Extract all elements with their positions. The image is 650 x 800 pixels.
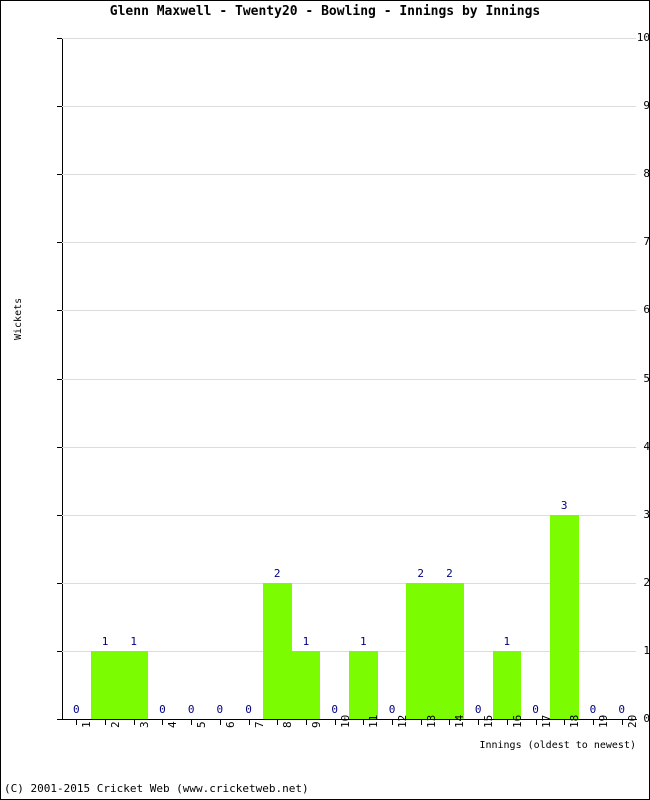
x-tick-mark bbox=[191, 720, 192, 725]
x-tick-mark bbox=[162, 720, 163, 725]
bar-value-label: 3 bbox=[560, 498, 568, 512]
x-tick-label: 5 bbox=[195, 721, 208, 728]
bar-value-label: 1 bbox=[130, 634, 138, 648]
x-tick-label: 2 bbox=[109, 721, 122, 728]
x-tick-label: 1 bbox=[80, 721, 93, 728]
bar-value-label: 2 bbox=[417, 566, 425, 580]
bar bbox=[90, 650, 120, 719]
x-tick-mark bbox=[478, 720, 479, 725]
x-tick-mark bbox=[421, 720, 422, 725]
bar bbox=[406, 582, 436, 719]
chart-title: Glenn Maxwell - Twenty20 - Bowling - Inn… bbox=[109, 4, 541, 19]
x-tick-mark bbox=[335, 720, 336, 725]
x-tick-mark bbox=[564, 720, 565, 725]
copyright-footer: (C) 2001-2015 Cricket Web (www.cricketwe… bbox=[4, 782, 309, 795]
x-tick-label: 15 bbox=[482, 714, 495, 728]
x-tick-label: 16 bbox=[511, 714, 524, 728]
bar-value-label: 1 bbox=[360, 634, 367, 648]
bar bbox=[349, 650, 378, 719]
x-tick-label: 17 bbox=[540, 714, 553, 728]
gridline bbox=[62, 174, 636, 175]
x-tick-mark bbox=[306, 720, 307, 725]
bar bbox=[435, 582, 464, 719]
bar-value-label: 1 bbox=[302, 634, 310, 648]
bar-value-label: 2 bbox=[446, 566, 453, 580]
bar-value-label: 0 bbox=[532, 703, 539, 716]
x-tick-label: 12 bbox=[396, 714, 409, 728]
x-tick-label: 3 bbox=[138, 721, 151, 728]
bar bbox=[119, 650, 149, 719]
gridline bbox=[62, 310, 636, 311]
x-tick-mark bbox=[105, 720, 106, 725]
x-tick-mark bbox=[220, 720, 221, 725]
x-tick-label: 18 bbox=[568, 714, 581, 728]
gridline bbox=[62, 447, 636, 448]
x-tick-mark bbox=[593, 720, 594, 725]
x-tick-label: 14 bbox=[453, 714, 466, 728]
gridline bbox=[62, 106, 636, 107]
bar-value-label: 0 bbox=[159, 703, 166, 716]
bar bbox=[492, 650, 522, 719]
x-tick-mark bbox=[134, 720, 135, 725]
bar-value-label: 0 bbox=[589, 703, 597, 716]
gridline bbox=[62, 38, 636, 39]
bar-value-label: 1 bbox=[101, 634, 109, 648]
x-tick-label: 11 bbox=[367, 714, 380, 728]
x-tick-label: 4 bbox=[166, 721, 179, 728]
x-tick-label: 10 bbox=[339, 714, 352, 728]
x-tick-label: 7 bbox=[253, 721, 266, 728]
x-tick-label: 13 bbox=[425, 714, 438, 728]
bar-value-label: 0 bbox=[474, 703, 482, 716]
x-tick-mark bbox=[622, 720, 623, 725]
bar-value-label: 0 bbox=[245, 703, 252, 716]
bar bbox=[549, 514, 579, 719]
bar bbox=[262, 582, 292, 719]
chart-page: Glenn Maxwell - Twenty20 - Bowling - Inn… bbox=[0, 0, 650, 800]
x-tick-mark bbox=[76, 720, 77, 725]
x-tick-label: 19 bbox=[597, 714, 610, 728]
x-tick-mark bbox=[249, 720, 250, 725]
bar-value-label: 1 bbox=[503, 634, 511, 648]
x-tick-label: 8 bbox=[281, 721, 294, 728]
x-tick-mark bbox=[363, 720, 364, 725]
x-tick-label: 6 bbox=[224, 721, 237, 728]
x-axis-title: Innings (oldest to newest) bbox=[479, 740, 636, 751]
bar-value-label: 0 bbox=[216, 703, 224, 716]
x-tick-label: 9 bbox=[310, 721, 323, 728]
bar bbox=[291, 650, 321, 719]
bar-value-label: 0 bbox=[618, 703, 625, 716]
bar-value-label: 0 bbox=[187, 703, 195, 716]
x-tick-mark bbox=[449, 720, 450, 725]
plot-area bbox=[62, 38, 636, 719]
gridline bbox=[62, 379, 636, 380]
bar-value-label: 0 bbox=[73, 703, 80, 716]
bar-value-label: 0 bbox=[388, 703, 396, 716]
x-tick-label: 20 bbox=[626, 714, 639, 728]
y-axis-title: Wickets bbox=[13, 297, 24, 340]
bar-value-label: 2 bbox=[273, 566, 281, 580]
y-tick-mark bbox=[57, 719, 62, 720]
x-tick-mark bbox=[277, 720, 278, 725]
x-tick-mark bbox=[392, 720, 393, 725]
x-tick-mark bbox=[507, 720, 508, 725]
gridline bbox=[62, 242, 636, 243]
bar-value-label: 0 bbox=[331, 703, 338, 716]
x-tick-mark bbox=[536, 720, 537, 725]
